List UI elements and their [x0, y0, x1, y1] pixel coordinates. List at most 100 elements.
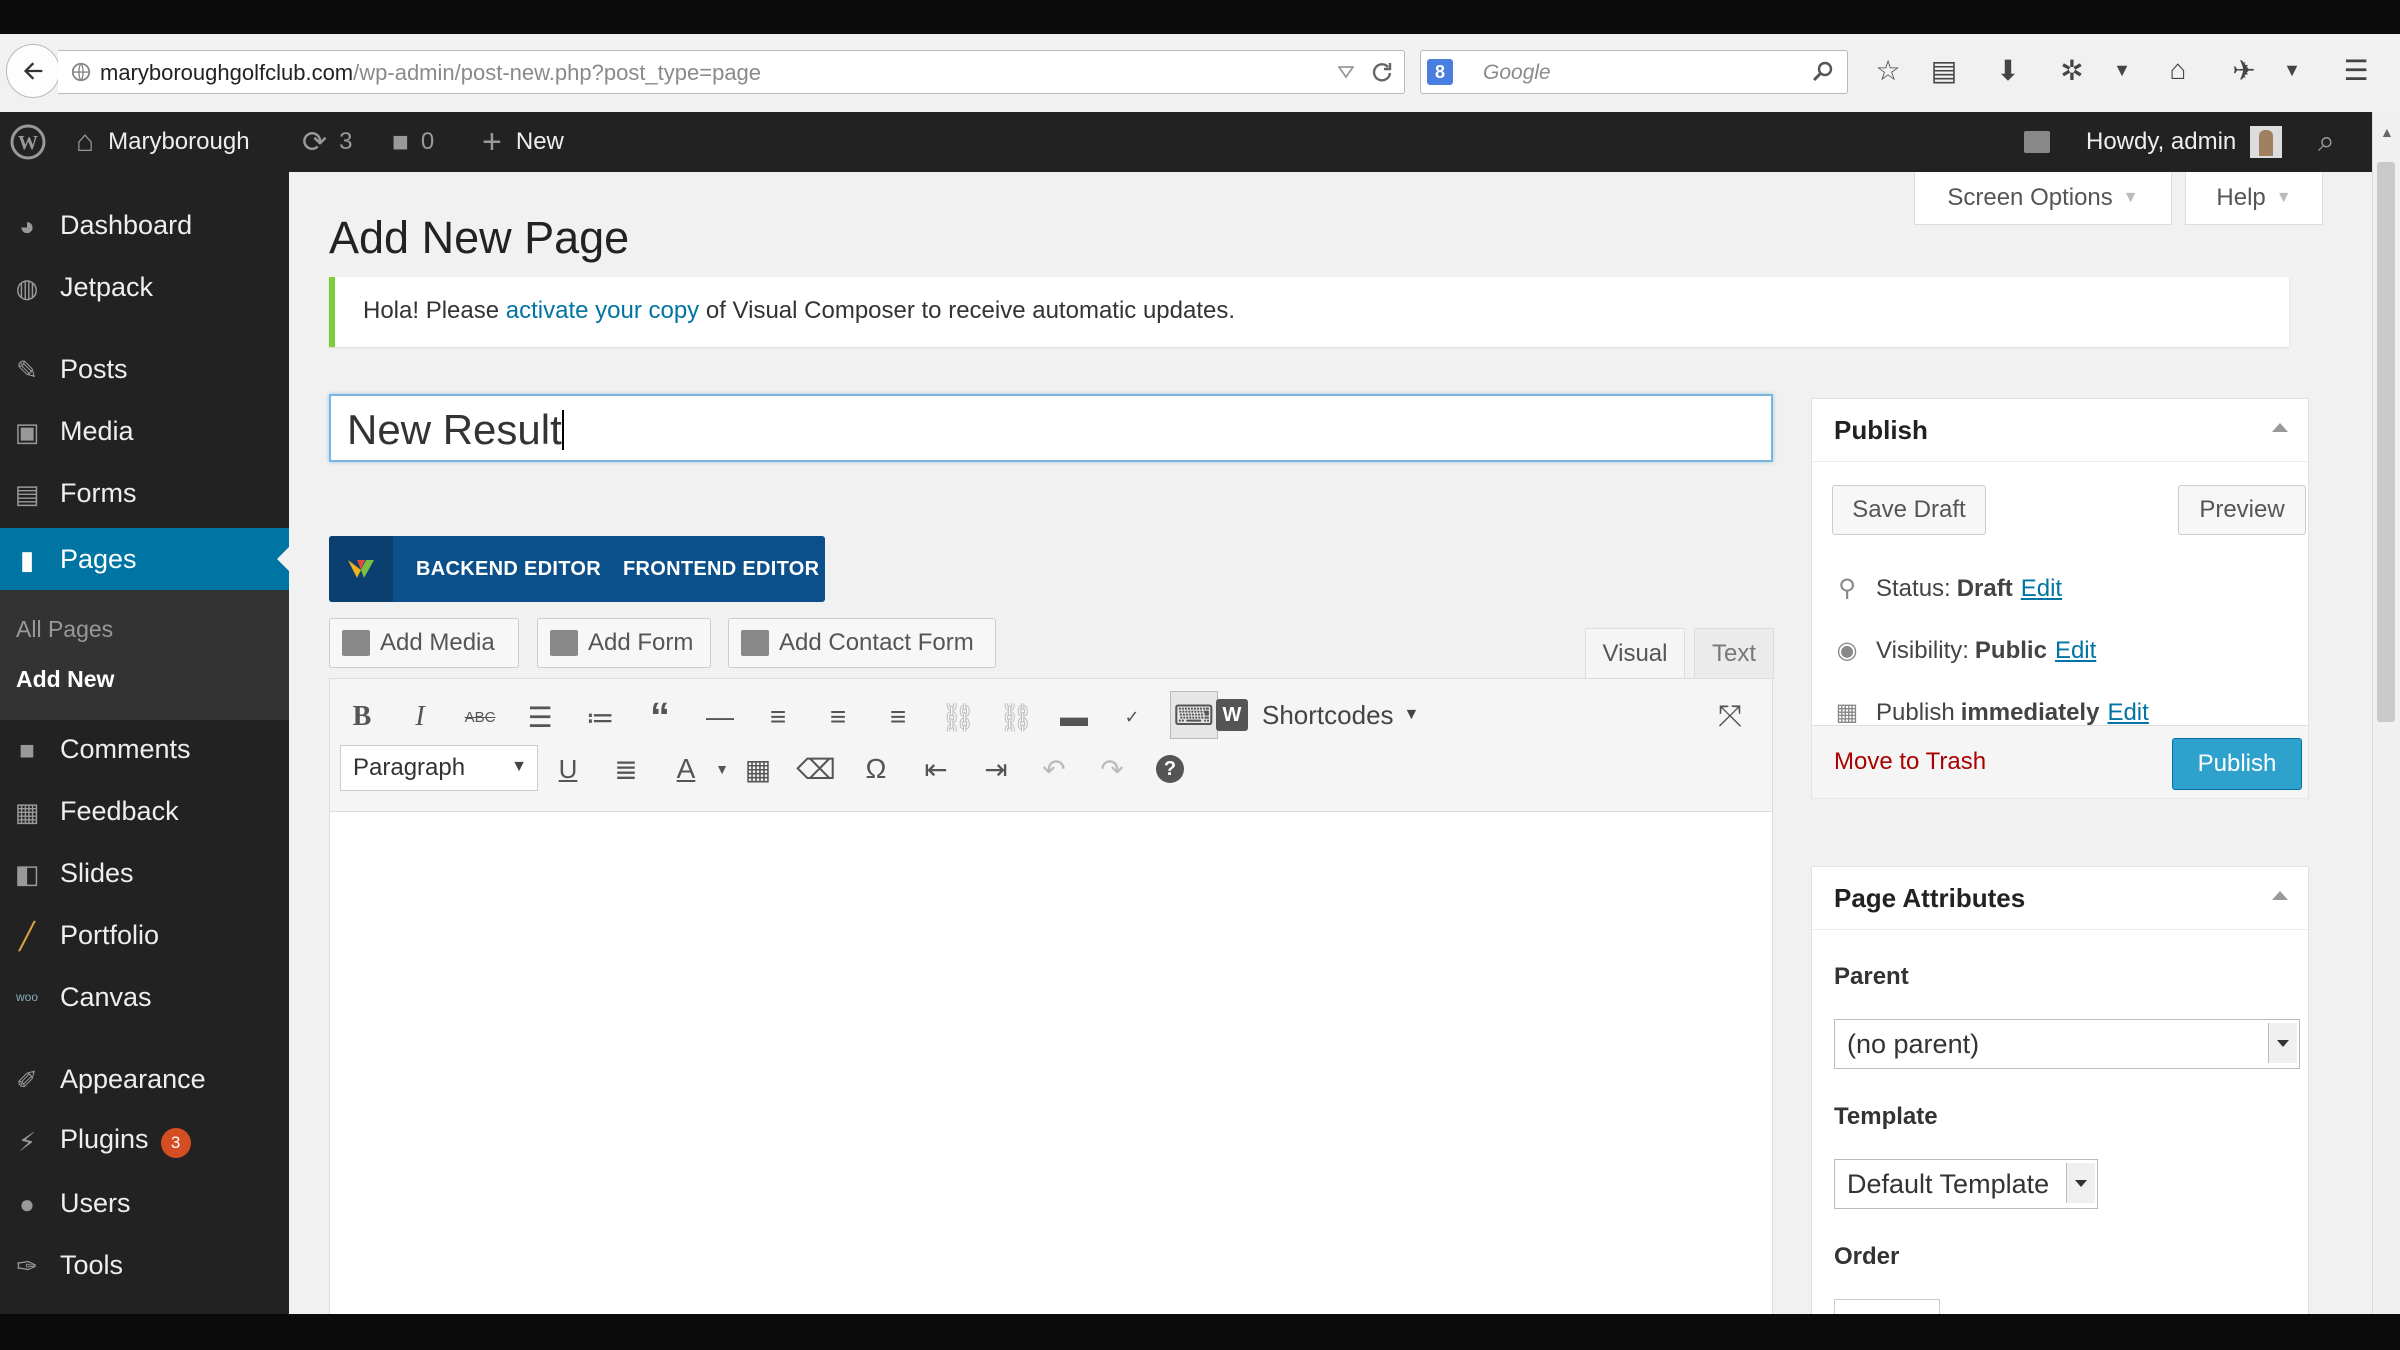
- screen-options-button[interactable]: Screen Options ▼: [1914, 172, 2172, 225]
- admin-bar-site[interactable]: ⌂ Maryborough: [76, 112, 250, 172]
- sidebar-item-portfolio[interactable]: ╱ Portfolio: [0, 904, 289, 966]
- link-icon[interactable]: ⛓: [938, 697, 978, 737]
- align-center-icon[interactable]: ≡: [818, 697, 858, 737]
- bookmark-star-icon[interactable]: ☆: [1870, 52, 1906, 88]
- content-editor[interactable]: B I ABC ☰ ≔ “ — ≡ ≡ ≡ ⛓ ⛓ ▬ ✓ ⌨ W Shortc…: [329, 678, 1773, 1314]
- downloads-icon[interactable]: ⬇: [1990, 52, 2026, 88]
- read-more-icon[interactable]: ▬: [1054, 697, 1094, 737]
- numbered-list-icon[interactable]: ≔: [580, 697, 620, 737]
- save-draft-button[interactable]: Save Draft: [1832, 485, 1986, 535]
- text-color-icon[interactable]: A: [666, 749, 706, 789]
- sidebar-item-pages[interactable]: ▮ Pages: [0, 528, 289, 590]
- activate-link[interactable]: activate your copy: [506, 297, 699, 324]
- align-right-icon[interactable]: ≡: [878, 697, 918, 737]
- help-button[interactable]: Help ▼: [2185, 172, 2323, 225]
- horizontal-rule-icon[interactable]: —: [700, 697, 740, 737]
- clear-formatting-icon[interactable]: ⌫: [796, 749, 836, 789]
- sidebar-item-users[interactable]: ● Users: [0, 1172, 289, 1234]
- backend-editor-button[interactable]: BACKEND EDITOR: [416, 536, 601, 602]
- sidebar-item-forms[interactable]: ▤ Forms: [0, 462, 289, 524]
- submenu-all-pages[interactable]: All Pages: [16, 616, 113, 643]
- format-select[interactable]: Paragraph ▼: [340, 745, 538, 791]
- shortcodes-dropdown[interactable]: W Shortcodes ▼: [1216, 695, 1419, 735]
- extension-dropdown-icon[interactable]: ▼: [2274, 52, 2310, 88]
- search-icon[interactable]: [1811, 60, 1835, 84]
- order-input[interactable]: [1834, 1299, 1940, 1314]
- undo-icon[interactable]: ↶: [1034, 749, 1074, 789]
- collapse-arrow-icon[interactable]: [2272, 891, 2288, 900]
- toolbar-toggle-icon[interactable]: ⌨: [1170, 691, 1218, 739]
- help-circle-icon[interactable]: ?: [1150, 749, 1190, 789]
- sidebar-item-appearance[interactable]: ✐ Appearance: [0, 1048, 289, 1110]
- reload-icon[interactable]: [1370, 60, 1394, 84]
- scrollbar-thumb[interactable]: [2377, 162, 2395, 722]
- sidebar-item-media[interactable]: ▣ Media: [0, 400, 289, 462]
- wordpress-logo-icon[interactable]: W: [10, 112, 46, 172]
- page-scrollbar[interactable]: ▲: [2372, 112, 2400, 1314]
- dropdown-history-icon[interactable]: [1338, 65, 1354, 79]
- sidebar-item-comments[interactable]: ■ Comments: [0, 718, 289, 780]
- admin-bar-updates[interactable]: ⟳ 3: [302, 112, 353, 172]
- sidebar-item-jetpack[interactable]: ◍ Jetpack: [0, 256, 289, 318]
- unlink-icon[interactable]: ⛓: [996, 697, 1036, 737]
- submenu-add-new[interactable]: Add New: [16, 666, 114, 693]
- edit-visibility-link[interactable]: Edit: [2055, 637, 2096, 665]
- sidebar-item-canvas[interactable]: woo Canvas: [0, 966, 289, 1028]
- tab-visual[interactable]: Visual: [1585, 628, 1685, 679]
- blockquote-icon[interactable]: “: [640, 695, 680, 739]
- outdent-icon[interactable]: ⇤: [916, 749, 956, 789]
- italic-icon[interactable]: I: [400, 697, 440, 737]
- menu-hamburger-icon[interactable]: ☰: [2338, 52, 2374, 88]
- sync-icon[interactable]: ✲: [2054, 52, 2090, 88]
- indent-icon[interactable]: ⇥: [976, 749, 1016, 789]
- admin-search-icon[interactable]: ⌕: [2318, 112, 2335, 172]
- align-left-icon[interactable]: ≡: [758, 697, 798, 737]
- underline-icon[interactable]: U: [548, 749, 588, 789]
- add-media-button[interactable]: Add Media: [329, 618, 519, 668]
- parent-select[interactable]: (no parent): [1834, 1019, 2300, 1069]
- bookmarks-list-icon[interactable]: ▤: [1926, 52, 1962, 88]
- redo-icon[interactable]: ↷: [1092, 749, 1132, 789]
- sync-dropdown-icon[interactable]: ▼: [2104, 52, 2140, 88]
- bullet-list-icon[interactable]: ☰: [520, 697, 560, 737]
- back-button[interactable]: [6, 44, 60, 98]
- preview-button[interactable]: Preview: [2178, 485, 2306, 535]
- browser-search-bar[interactable]: 8 Google: [1420, 50, 1848, 94]
- extension-icon[interactable]: ✈: [2226, 52, 2262, 88]
- google-engine-icon[interactable]: 8: [1427, 59, 1453, 85]
- add-form-button[interactable]: Add Form: [537, 618, 711, 668]
- edit-status-link[interactable]: Edit: [2021, 575, 2062, 603]
- sidebar-item-plugins[interactable]: ⚡ Plugins 3: [0, 1110, 289, 1172]
- template-select[interactable]: Default Template: [1834, 1159, 2098, 1209]
- page-attributes-header[interactable]: Page Attributes: [1812, 867, 2308, 930]
- edit-publish-time-link[interactable]: Edit: [2107, 699, 2148, 727]
- scroll-up-arrow-icon[interactable]: ▲: [2380, 124, 2394, 140]
- url-bar[interactable]: maryboroughgolfclub.com/wp-admin/post-ne…: [58, 50, 1405, 94]
- publish-box-header[interactable]: Publish: [1812, 399, 2308, 462]
- frontend-editor-button[interactable]: FRONTEND EDITOR: [623, 536, 819, 602]
- fullscreen-icon[interactable]: ⤧: [1710, 697, 1750, 737]
- sidebar-item-posts[interactable]: ✎ Posts: [0, 338, 289, 400]
- sidebar-item-slides[interactable]: ◧ Slides: [0, 842, 289, 904]
- sidebar-item-dashboard[interactable]: ◕ Dashboard: [0, 194, 289, 256]
- add-contact-form-button[interactable]: Add Contact Form: [728, 618, 996, 668]
- admin-bar-notification-icon[interactable]: [2024, 112, 2050, 172]
- admin-bar-new[interactable]: + New: [482, 112, 564, 172]
- sidebar-item-tools[interactable]: ✑ Tools: [0, 1234, 289, 1296]
- post-title-input[interactable]: New Result: [329, 394, 1773, 462]
- justify-icon[interactable]: ≣: [606, 749, 646, 789]
- admin-bar-account[interactable]: Howdy, admin: [2086, 112, 2283, 172]
- home-icon[interactable]: ⌂: [2160, 52, 2196, 88]
- sidebar-item-feedback[interactable]: ▦ Feedback: [0, 780, 289, 842]
- collapse-arrow-icon[interactable]: [2272, 423, 2288, 432]
- bold-icon[interactable]: B: [342, 697, 382, 737]
- admin-bar-comments[interactable]: ■ 0: [392, 112, 434, 172]
- paste-text-icon[interactable]: ▦: [738, 749, 778, 789]
- text-color-dropdown-icon[interactable]: ▼: [702, 749, 742, 789]
- strikethrough-icon[interactable]: ABC: [460, 697, 500, 737]
- publish-button[interactable]: Publish: [2172, 738, 2302, 790]
- special-character-icon[interactable]: Ω: [856, 749, 896, 789]
- spellcheck-icon[interactable]: ✓: [1112, 697, 1152, 737]
- move-to-trash-link[interactable]: Move to Trash: [1834, 748, 1986, 776]
- tab-text[interactable]: Text: [1694, 628, 1774, 679]
